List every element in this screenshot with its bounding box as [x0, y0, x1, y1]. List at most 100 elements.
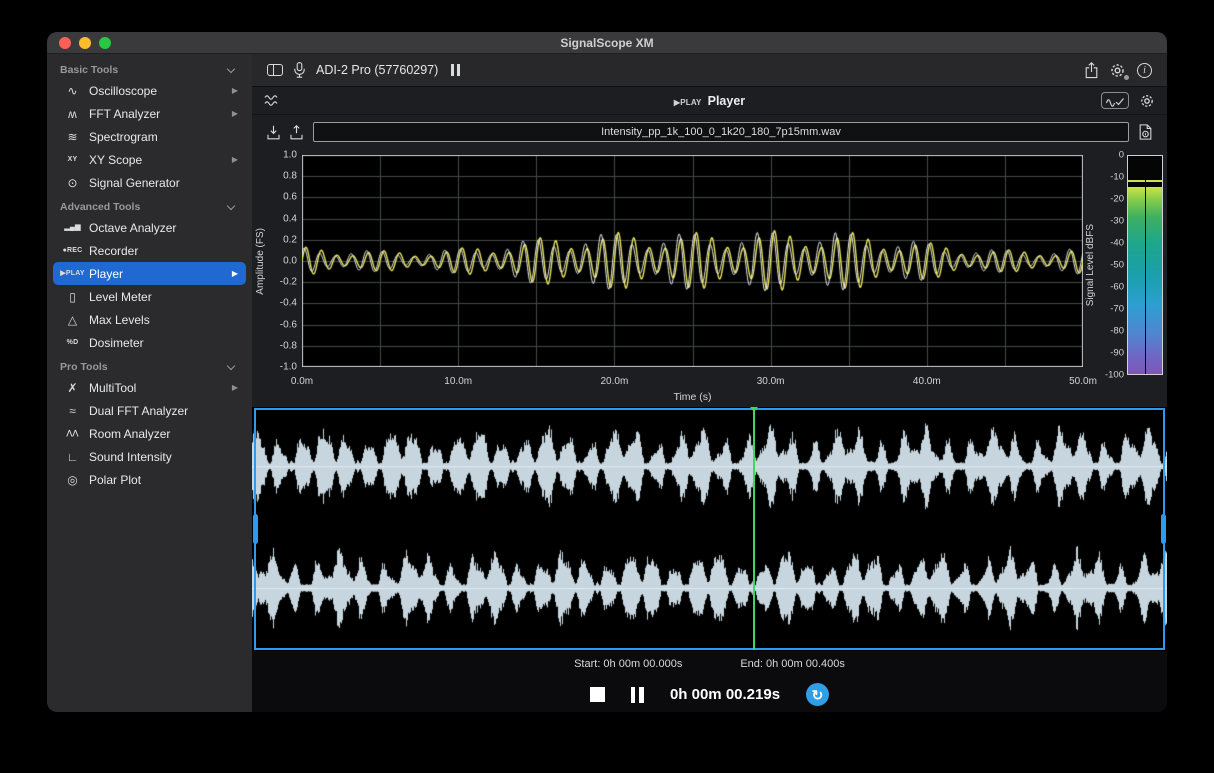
- file-info-icon[interactable]: [1139, 124, 1152, 140]
- yticks-label: 0.8: [283, 171, 297, 182]
- player-toolbar: ▶PLAY Player: [252, 87, 1167, 115]
- meter-label: Signal Level dBFS: [1085, 224, 1096, 306]
- sidebar-item-polar-plot[interactable]: ◎Polar Plot: [53, 468, 246, 491]
- submenu-arrow-icon: ▶: [232, 155, 238, 164]
- sidebar-item-octave-analyzer[interactable]: ▂▄▆Octave Analyzer: [53, 216, 246, 239]
- settings-gear-icon[interactable]: [1109, 62, 1126, 79]
- close-button[interactable]: [59, 37, 71, 49]
- sidebar-item-player[interactable]: ▶PLAYPlayer▶: [53, 262, 246, 285]
- meter-bar: [1127, 155, 1163, 375]
- yticks-label: 0.2: [283, 234, 297, 245]
- sidebar-item-fft-analyzer[interactable]: ʍFFT Analyzer▶: [53, 102, 246, 125]
- submenu-arrow-icon: ▶: [232, 86, 238, 95]
- sidebar-item-dosimeter[interactable]: %DDosimeter: [53, 331, 246, 354]
- selection-range-row: Start: 0h 00m 00.000s End: 0h 00m 00.400…: [252, 651, 1167, 677]
- multitool-icon: ✗: [59, 382, 86, 394]
- selection-end-handle[interactable]: [1161, 514, 1166, 544]
- xy-scope-icon: XY: [59, 156, 86, 163]
- title-bar: SignalScope XM: [47, 32, 1167, 54]
- sidebar-item-label: XY Scope: [89, 153, 232, 167]
- info-icon[interactable]: i: [1137, 63, 1152, 78]
- device-pause-button[interactable]: [449, 64, 461, 76]
- recorder-icon: ●REC: [59, 247, 86, 254]
- section-header-pro-tools[interactable]: Pro Tools: [47, 354, 252, 376]
- sidebar-item-level-meter[interactable]: ▯Level Meter: [53, 285, 246, 308]
- sidebar-item-label: Dosimeter: [89, 336, 240, 350]
- zoom-button[interactable]: [99, 37, 111, 49]
- sidebar-item-label: Spectrogram: [89, 130, 240, 144]
- sidebar-item-label: Sound Intensity: [89, 450, 240, 464]
- pause-button[interactable]: [631, 687, 644, 703]
- section-header-basic-tools[interactable]: Basic Tools: [47, 57, 252, 79]
- meter-ticks-label: -50: [1110, 260, 1124, 271]
- spectrogram-icon: ≋: [59, 131, 86, 143]
- meter-left-channel: [1128, 156, 1145, 374]
- octave-analyzer-icon: ▂▄▆: [59, 224, 86, 231]
- yticks-label: -0.4: [280, 298, 297, 309]
- sidebar-item-oscilloscope[interactable]: ∿Oscilloscope▶: [53, 79, 246, 102]
- sidebar-item-sound-intensity[interactable]: ∟Sound Intensity: [53, 445, 246, 468]
- oscilloscope-icon: ∿: [59, 85, 86, 97]
- waveform-tool-icon[interactable]: [264, 94, 280, 107]
- player-settings-gear-icon[interactable]: [1139, 93, 1155, 109]
- filename-field[interactable]: [313, 122, 1129, 142]
- player-tool-title: Player: [708, 94, 746, 108]
- xticks-label: 30.0m: [757, 376, 785, 387]
- fft-analyzer-icon: ʍ: [59, 108, 86, 120]
- window-title: SignalScope XM: [47, 36, 1167, 50]
- yticks-label: -1.0: [280, 362, 297, 373]
- export-file-icon[interactable]: [290, 125, 303, 140]
- sidebar-item-xy-scope[interactable]: XYXY Scope▶: [53, 148, 246, 171]
- device-toolbar: ADI-2 Pro (57760297) i: [252, 54, 1167, 87]
- sidebar-item-signal-generator[interactable]: ⊙Signal Generator: [53, 171, 246, 194]
- sidebar-item-label: Octave Analyzer: [89, 221, 240, 235]
- section-header-advanced-tools[interactable]: Advanced Tools: [47, 194, 252, 216]
- loop-button[interactable]: ↻: [806, 683, 829, 706]
- sidebar-item-label: Level Meter: [89, 290, 240, 304]
- stop-button[interactable]: [590, 687, 605, 702]
- device-label[interactable]: ADI-2 Pro (57760297): [316, 63, 438, 77]
- sidebar-item-max-levels[interactable]: △Max Levels: [53, 308, 246, 331]
- submenu-arrow-icon: ▶: [232, 383, 238, 392]
- import-file-icon[interactable]: [267, 125, 280, 140]
- share-icon[interactable]: [1085, 62, 1098, 79]
- sidebar-item-room-analyzer[interactable]: ⋀⋀Room Analyzer: [53, 422, 246, 445]
- x-axis-label: Time (s): [302, 391, 1083, 403]
- chevron-down-icon: [227, 201, 235, 209]
- sidebar-item-dual-fft-analyzer[interactable]: ≈Dual FFT Analyzer: [53, 399, 246, 422]
- microphone-icon[interactable]: [294, 62, 305, 78]
- xticks-label: 40.0m: [913, 376, 941, 387]
- submenu-arrow-icon: ▶: [232, 109, 238, 118]
- waveform-overview[interactable]: [252, 407, 1167, 651]
- selection-start-label: Start: 0h 00m 00.000s: [574, 658, 682, 670]
- signal-level-meter: Signal Level dBFS 0-10-20-30-40-50-60-70…: [1083, 155, 1167, 375]
- minimize-button[interactable]: [79, 37, 91, 49]
- meter-ticks-label: -20: [1110, 194, 1124, 205]
- loop-icon: ↻: [812, 688, 824, 702]
- dosimeter-icon: %D: [59, 339, 86, 346]
- room-analyzer-icon: ⋀⋀: [59, 430, 86, 437]
- xticks-label: 20.0m: [600, 376, 628, 387]
- submenu-arrow-icon: ▶: [232, 269, 238, 278]
- sidebar-item-label: Room Analyzer: [89, 427, 240, 441]
- sidebar-item-recorder[interactable]: ●RECRecorder: [53, 239, 246, 262]
- yticks-label: 0.0: [283, 256, 297, 267]
- dual-fft-analyzer-icon: ≈: [59, 405, 86, 417]
- meter-ticks-label: -30: [1110, 216, 1124, 227]
- playhead-cursor[interactable]: [753, 408, 755, 650]
- amplitude-plot[interactable]: [302, 155, 1083, 367]
- selection-region[interactable]: [254, 408, 1165, 650]
- sidebar-item-multitool[interactable]: ✗MultiTool▶: [53, 376, 246, 399]
- yticks-label: -0.8: [280, 340, 297, 351]
- xticks-label: 0.0m: [291, 376, 313, 387]
- max-levels-icon: △: [59, 314, 86, 326]
- section-label: Pro Tools: [60, 361, 228, 373]
- selection-start-handle[interactable]: [253, 514, 258, 544]
- sidebar-toggle-icon: [267, 64, 283, 76]
- display-mode-button[interactable]: [1101, 92, 1129, 109]
- signal-generator-icon: ⊙: [59, 177, 86, 189]
- y-axis-label: Amplitude (FS): [255, 228, 266, 295]
- sidebar-item-spectrogram[interactable]: ≋Spectrogram: [53, 125, 246, 148]
- sidebar-toggle-button[interactable]: [267, 64, 283, 76]
- sidebar-item-label: FFT Analyzer: [89, 107, 232, 121]
